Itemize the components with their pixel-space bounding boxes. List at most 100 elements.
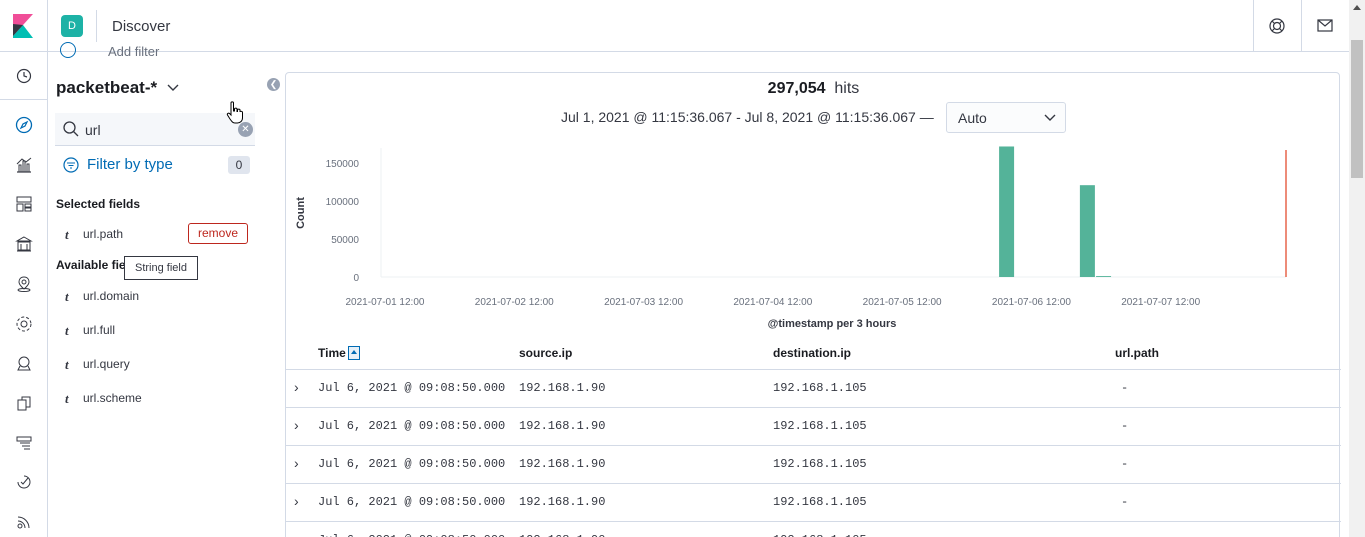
table-cell: - (1121, 381, 1129, 395)
histogram-bar[interactable] (1096, 276, 1112, 277)
column-header-source-ip[interactable]: source.ip (519, 346, 572, 360)
table-row[interactable]: › Jul 6, 2021 @ 09:08:50.000 192.168.1.90 1… (286, 369, 1341, 407)
newsfeed-button[interactable] (1301, 0, 1348, 52)
nav-discover[interactable] (0, 109, 47, 141)
nav-maps[interactable] (0, 268, 47, 300)
field-sidebar: Add filter packetbeat-* ❮ ✕ Filter by ty… (48, 42, 284, 537)
sort-ascending-icon[interactable] (347, 346, 360, 360)
column-header-time[interactable]: Time (318, 346, 360, 360)
available-field-item[interactable]: t url.full (56, 318, 276, 342)
column-header-url-path[interactable]: url.path (1115, 346, 1159, 360)
nav-recent[interactable] (0, 60, 47, 92)
page-scrollbar[interactable] (1349, 0, 1365, 537)
table-cell: Jul 6, 2021 @ 09:08:50.000 (318, 533, 505, 537)
field-name: url.domain (83, 289, 140, 303)
time-range-text: Jul 1, 2021 @ 11:15:36.067 - Jul 8, 2021… (561, 109, 934, 125)
selected-fields-title: Selected fields (56, 197, 141, 211)
top-header: D Discover (0, 0, 1349, 52)
table-cell: - (1121, 457, 1129, 471)
string-type-icon: t (65, 227, 69, 242)
chevron-down-icon (167, 84, 179, 91)
y-axis-title: Count (295, 197, 307, 229)
available-fields-title: Available fie (56, 258, 126, 272)
discover-main-panel: 297,054 hits Jul 1, 2021 @ 11:15:36.067 … (285, 72, 1341, 537)
collapse-sidebar-button[interactable]: ❮ (267, 78, 280, 91)
filter-by-type-label: Filter by type (87, 156, 173, 173)
kibana-logo[interactable] (0, 0, 48, 52)
nav-graph[interactable] (0, 347, 47, 379)
interval-value: Auto (958, 110, 987, 126)
remove-field-button[interactable]: remove (188, 223, 248, 244)
table-cell: Jul 6, 2021 @ 09:08:50.000 (318, 495, 506, 509)
table-cell: - (1121, 419, 1129, 433)
index-pattern-label: packetbeat-* (56, 78, 158, 97)
index-pattern-selector[interactable]: packetbeat-* (56, 78, 179, 98)
add-filter-link[interactable]: Add filter (108, 44, 159, 59)
table-row[interactable]: › Jul 6, 2021 @ 09:08:50.000 192.168.1.90 1… (286, 445, 1341, 483)
field-name: url.scheme (83, 391, 142, 405)
nav-visualize[interactable] (0, 149, 47, 181)
nav-logs[interactable] (0, 427, 47, 459)
scroll-thumb[interactable] (1351, 40, 1363, 178)
nav-ml[interactable] (0, 308, 47, 340)
field-name: url.query (83, 357, 130, 371)
field-search[interactable]: ✕ (55, 113, 255, 146)
table-row[interactable]: › Jul 6, 2021 @ 09:08:50.000 192.168.1.90 1… (286, 407, 1341, 445)
table-cell: 192.168.1.90 (519, 495, 606, 509)
add-filter-icon[interactable] (60, 42, 76, 58)
compass-icon (15, 116, 32, 134)
clock-icon (16, 68, 31, 84)
expand-row-chevron-icon[interactable]: › (294, 417, 299, 433)
expand-row-chevron-icon[interactable]: › (294, 493, 299, 509)
hand-cursor-icon (226, 101, 243, 124)
expand-row-chevron-icon[interactable]: › (294, 531, 299, 537)
available-field-item[interactable]: t url.scheme (56, 386, 276, 410)
canvas-icon (14, 236, 33, 252)
nav-divider (0, 99, 47, 100)
chart-icon (16, 157, 31, 173)
help-button[interactable] (1253, 0, 1300, 52)
scroll-up-arrow-icon[interactable] (1353, 5, 1361, 10)
nav-uptime[interactable] (0, 506, 47, 537)
expand-row-chevron-icon[interactable]: › (294, 455, 299, 471)
table-row[interactable]: › Jul 6, 2021 @ 09:08:50.000 192.168.1.90 1… (286, 521, 1341, 537)
table-row[interactable]: › Jul 6, 2021 @ 09:08:50.000 192.168.1.90 1… (286, 483, 1341, 521)
table-cell: - (1121, 533, 1128, 537)
space-avatar[interactable]: D (61, 15, 83, 37)
expand-row-chevron-icon[interactable]: › (294, 379, 299, 395)
table-cell: Jul 6, 2021 @ 09:08:50.000 (318, 381, 506, 395)
maps-icon (17, 276, 30, 292)
nav-dashboard[interactable] (0, 188, 47, 220)
interval-select[interactable]: Auto (946, 102, 1066, 133)
field-type-tooltip: String field (124, 256, 198, 280)
x-tick-label: 2021-07-01 12:00 (346, 297, 425, 308)
table-cell: 192.168.1.105 (773, 419, 867, 433)
table-cell: 192.168.1.90 (519, 533, 605, 537)
column-header-destination-ip[interactable]: destination.ip (773, 346, 851, 360)
x-tick-label: 2021-07-07 12:00 (1121, 297, 1200, 308)
nav-canvas[interactable] (0, 228, 47, 260)
histogram-chart[interactable]: 150000 100000 50000 0 2021-07-01 12:00 2021-0… (286, 143, 1341, 338)
table-cell: 192.168.1.90 (519, 381, 606, 395)
graph-icon (16, 356, 31, 371)
field-search-input[interactable] (85, 120, 225, 140)
side-nav (0, 52, 48, 537)
field-name: url.path (83, 227, 124, 241)
nav-apm[interactable] (0, 466, 47, 498)
nav-infra[interactable] (0, 387, 47, 419)
filter-count-badge: 0 (228, 156, 250, 174)
header-divider (96, 10, 97, 42)
histogram-bar[interactable] (999, 146, 1015, 277)
table-cell: 192.168.1.105 (773, 533, 867, 537)
x-tick-label: 2021-07-03 12:00 (604, 297, 683, 308)
x-axis-title: @timestamp per 3 hours (768, 318, 897, 330)
histogram-bar[interactable] (1079, 185, 1095, 277)
infrastructure-icon (17, 396, 30, 411)
available-field-item[interactable]: t url.query (56, 352, 276, 376)
dashboard-icon (16, 196, 31, 212)
available-field-item[interactable]: t url.domain (56, 284, 276, 308)
hits-count: 297,054 (767, 80, 826, 97)
filter-by-type-button[interactable]: Filter by type (63, 156, 173, 173)
y-tick-label: 50000 (331, 235, 359, 246)
y-tick-label: 100000 (326, 197, 360, 208)
